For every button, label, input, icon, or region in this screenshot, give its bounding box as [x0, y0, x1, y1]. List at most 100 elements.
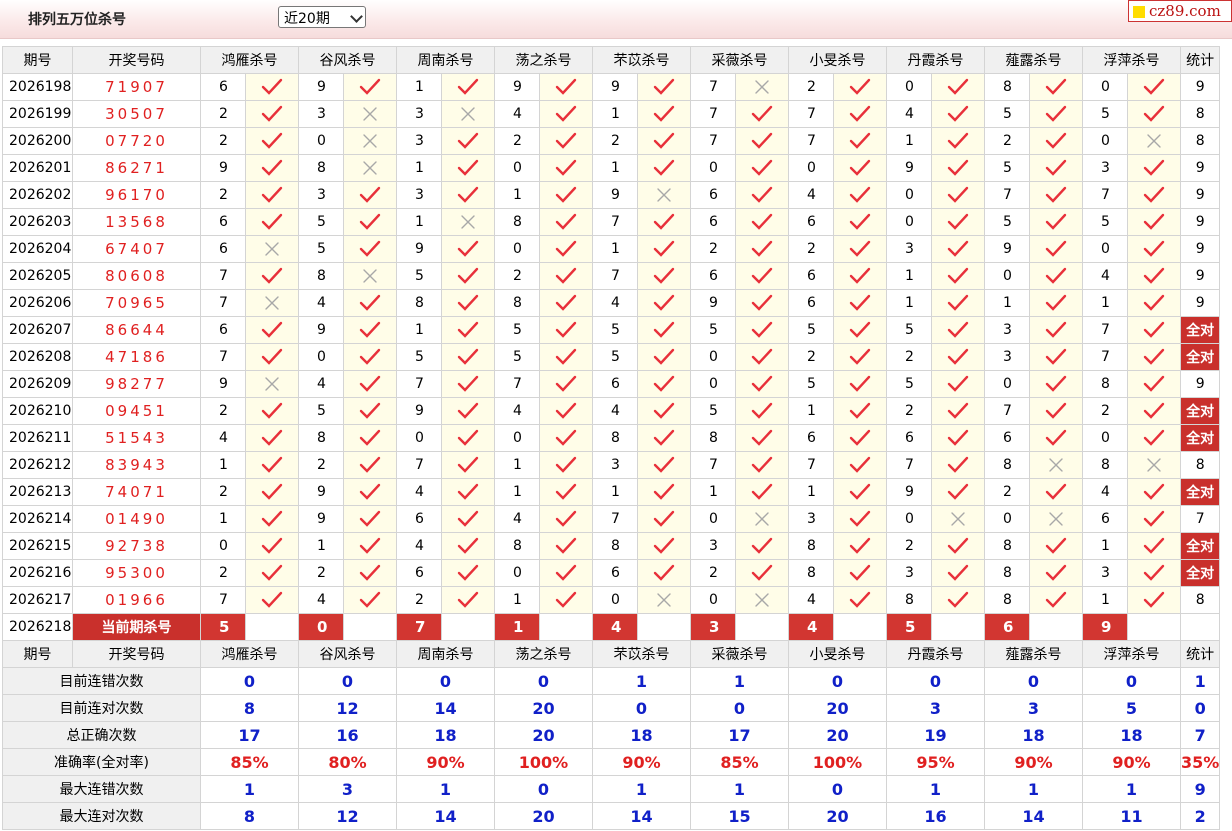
result-mark — [931, 316, 985, 344]
kill-number: 3 — [1082, 559, 1128, 587]
kill-number: 3 — [984, 343, 1030, 371]
check-icon — [261, 348, 283, 365]
draw-number: 83943 — [72, 451, 201, 479]
issue-number: 2026205 — [2, 262, 73, 290]
kill-number: 7 — [592, 208, 638, 236]
result-mark — [539, 505, 593, 533]
kill-number: 8 — [592, 532, 638, 560]
result-mark — [539, 370, 593, 398]
result-mark — [539, 559, 593, 587]
kill-number: 9 — [886, 154, 932, 182]
check-icon — [947, 240, 969, 257]
result-mark — [931, 478, 985, 506]
kill-number: 8 — [592, 424, 638, 452]
cross-icon — [755, 512, 769, 526]
cross-icon — [363, 134, 377, 148]
summary-value: 1 — [592, 667, 691, 695]
result-mark — [441, 370, 495, 398]
check-icon — [849, 537, 871, 554]
current-blank-cell — [245, 613, 299, 641]
result-mark — [245, 262, 299, 290]
result-mark — [245, 235, 299, 263]
check-icon — [751, 213, 773, 230]
result-mark — [833, 154, 887, 182]
kill-number: 6 — [396, 505, 442, 533]
result-mark — [441, 397, 495, 425]
check-icon — [555, 510, 577, 527]
kill-number: 0 — [886, 505, 932, 533]
check-icon — [751, 294, 773, 311]
draw-number: 80608 — [72, 262, 201, 290]
issue-number: 2026204 — [2, 235, 73, 263]
all-correct-badge: 全对 — [1179, 397, 1221, 425]
check-icon — [359, 240, 381, 257]
check-icon — [1045, 402, 1067, 419]
result-mark — [343, 397, 397, 425]
check-icon — [653, 429, 675, 446]
cross-icon — [1049, 512, 1063, 526]
summary-value: 17 — [200, 721, 299, 749]
check-icon — [849, 510, 871, 527]
result-mark — [637, 181, 691, 209]
result-mark — [833, 532, 887, 560]
check-icon — [947, 537, 969, 554]
check-icon — [947, 267, 969, 284]
kill-number: 7 — [1082, 343, 1128, 371]
kill-number: 1 — [494, 586, 540, 614]
result-mark — [637, 73, 691, 101]
check-icon — [555, 78, 577, 95]
result-mark — [343, 181, 397, 209]
kill-number: 0 — [984, 505, 1030, 533]
result-mark — [833, 100, 887, 128]
result-mark — [539, 451, 593, 479]
check-icon — [849, 105, 871, 122]
kill-number: 1 — [396, 73, 442, 101]
check-icon — [653, 456, 675, 473]
result-mark — [1029, 424, 1083, 452]
cross-icon — [363, 107, 377, 121]
column-header-1: 开奖号码 — [72, 46, 201, 74]
table-row: 2026213 74071 2 9 4 1 1 1 1 9 2 4 全对 — [2, 478, 1221, 506]
check-icon — [1143, 267, 1165, 284]
summary-value: 0 — [788, 775, 887, 803]
draw-number: 01966 — [72, 586, 201, 614]
check-icon — [653, 240, 675, 257]
summary-value: 14 — [592, 802, 691, 830]
result-mark — [343, 478, 397, 506]
result-mark — [441, 127, 495, 155]
result-mark — [539, 73, 593, 101]
result-mark — [539, 181, 593, 209]
period-select[interactable]: 近20期 — [278, 6, 366, 28]
kill-number: 3 — [396, 181, 442, 209]
result-mark — [343, 343, 397, 371]
summary-row: 目前连对次数 8 12 14 20 0 0 20 3 3 5 0 — [2, 694, 1221, 722]
result-mark — [735, 100, 789, 128]
summary-stat: 7 — [1179, 721, 1221, 749]
check-icon — [261, 429, 283, 446]
site-logo[interactable]: cz89.com — [1128, 0, 1232, 22]
check-icon — [359, 537, 381, 554]
check-icon — [359, 483, 381, 500]
check-icon — [261, 186, 283, 203]
row-stat: 9 — [1179, 289, 1221, 317]
kill-number: 7 — [690, 127, 736, 155]
kill-number: 1 — [788, 478, 834, 506]
result-mark — [735, 478, 789, 506]
result-mark — [637, 586, 691, 614]
summary-value: 1 — [886, 775, 985, 803]
result-mark — [1127, 289, 1181, 317]
kill-number: 6 — [690, 262, 736, 290]
kill-number: 2 — [886, 532, 932, 560]
cross-icon — [951, 512, 965, 526]
kill-number: 3 — [984, 316, 1030, 344]
check-icon — [653, 510, 675, 527]
draw-number: 13568 — [72, 208, 201, 236]
kill-number: 7 — [690, 100, 736, 128]
check-icon — [359, 375, 381, 392]
kill-number: 8 — [1082, 370, 1128, 398]
result-mark — [539, 262, 593, 290]
check-icon — [1045, 375, 1067, 392]
kill-number: 6 — [788, 208, 834, 236]
kill-number: 5 — [494, 316, 540, 344]
result-mark — [343, 370, 397, 398]
